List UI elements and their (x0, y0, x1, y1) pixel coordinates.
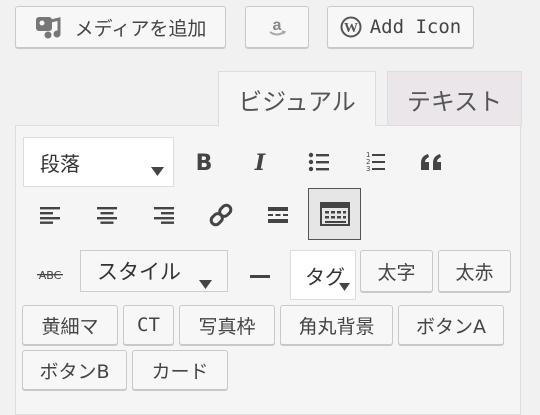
quicktag-label: ボタンA (416, 315, 486, 338)
style-select[interactable]: スタイル (80, 250, 228, 292)
quicktag-button[interactable]: CT (123, 305, 174, 345)
align-left-icon[interactable] (32, 197, 68, 233)
align-center-icon[interactable] (89, 197, 125, 233)
link-icon[interactable] (203, 197, 239, 233)
blockquote-icon[interactable] (414, 144, 450, 180)
quicktag-button[interactable]: カード (132, 350, 228, 390)
quicktag-label: 黄細マ (41, 315, 99, 338)
format-select[interactable]: 段落 (23, 137, 174, 187)
quicktag-label: 角丸背景 (298, 315, 375, 338)
quicktag-button[interactable]: 写真枠 (179, 305, 275, 345)
tag-select[interactable]: タグ (290, 250, 356, 300)
media-icon (35, 14, 63, 40)
amazon-icon: a (266, 16, 288, 38)
toolbar-toggle-button[interactable] (308, 188, 361, 240)
svg-text:a: a (273, 17, 282, 34)
quicktag-label: ボタンB (39, 360, 110, 383)
add-media-button[interactable]: メディアを追加 (15, 6, 226, 48)
amazon-button[interactable]: a (245, 6, 309, 48)
style-select-value: スタイル (97, 260, 181, 284)
quicktag-label: 写真枠 (198, 315, 256, 338)
dropdown-arrow-icon (339, 272, 350, 296)
bullet-list-icon[interactable] (301, 144, 337, 180)
svg-text:3: 3 (366, 165, 370, 173)
numbered-list-icon[interactable]: 1 2 3 (357, 144, 393, 180)
quicktag-button[interactable]: 太字 (360, 250, 433, 292)
read-more-icon[interactable] (260, 197, 296, 233)
svg-text:B: B (196, 151, 213, 173)
add-icon-label: Add Icon (369, 16, 462, 38)
bold-icon[interactable]: B (186, 144, 222, 180)
quicktag-label: 太赤 (455, 261, 494, 284)
strikethrough-icon[interactable]: ABC (32, 256, 68, 292)
tab-text[interactable]: テキスト (387, 71, 522, 126)
wordpress-icon: W (340, 16, 362, 38)
italic-icon[interactable]: I (242, 144, 278, 180)
svg-text:W: W (344, 21, 358, 36)
tab-visual[interactable]: ビジュアル (218, 71, 376, 126)
quicktag-button[interactable]: 黄細マ (22, 305, 118, 345)
quicktag-button[interactable]: 角丸背景 (280, 305, 393, 345)
dropdown-arrow-icon (151, 157, 164, 181)
tab-visual-label: ビジュアル (238, 87, 356, 116)
dropdown-arrow-icon (199, 270, 212, 294)
svg-text:I: I (254, 151, 266, 173)
quicktag-label: カード (151, 360, 209, 383)
toolbar-toggle-icon (319, 202, 350, 226)
align-right-icon[interactable] (146, 197, 182, 233)
tab-text-label: テキスト (406, 87, 503, 116)
quicktag-button[interactable]: ボタンA (398, 305, 504, 345)
quicktag-label: CT (137, 314, 160, 336)
add-media-label: メディアを追加 (74, 17, 207, 40)
quicktag-label: 太字 (377, 261, 416, 284)
format-select-value: 段落 (40, 151, 80, 176)
quicktag-button[interactable]: 太赤 (438, 250, 511, 292)
add-icon-button[interactable]: W Add Icon (327, 6, 474, 48)
quicktag-button[interactable]: ボタンB (22, 350, 127, 390)
horizontal-rule-icon[interactable] (242, 259, 278, 295)
